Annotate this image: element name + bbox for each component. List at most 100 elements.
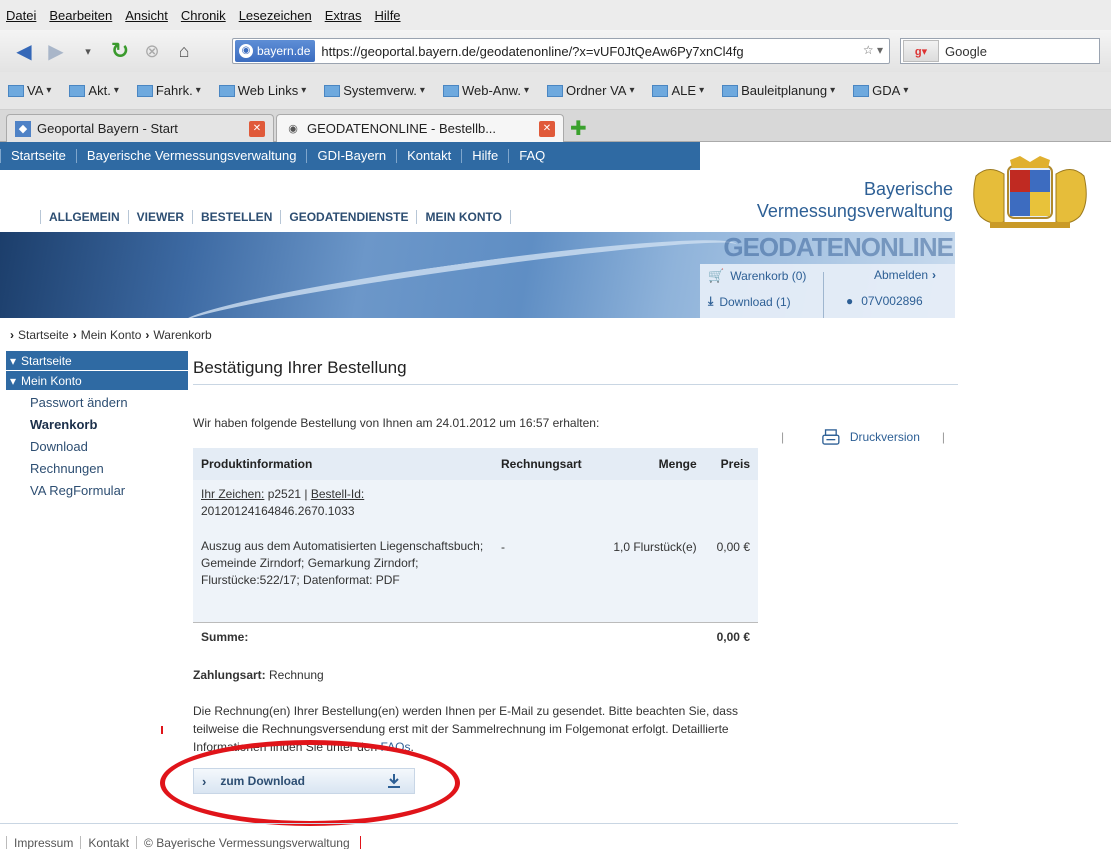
- menu-bearbeiten[interactable]: Bearbeiten: [49, 8, 112, 23]
- ref-label[interactable]: Ihr Zeichen:: [201, 487, 264, 501]
- main-navigation: ALLGEMEIN VIEWER BESTELLEN GEODATENDIENS…: [40, 204, 511, 230]
- bookmark-folder[interactable]: ALE ▾: [652, 83, 704, 98]
- bookmark-folder[interactable]: VA ▾: [8, 83, 51, 98]
- mainnav-viewer[interactable]: VIEWER: [127, 210, 192, 224]
- mainnav-allgemein[interactable]: ALLGEMEIN: [40, 210, 128, 224]
- page-title: Bestätigung Ihrer Bestellung: [193, 350, 958, 385]
- download-button[interactable]: › zum Download: [193, 768, 415, 794]
- breadcrumb-mein-konto[interactable]: Mein Konto: [81, 328, 142, 342]
- sum-value: 0,00 €: [704, 621, 758, 652]
- user-account[interactable]: ● 07V002896: [846, 294, 923, 308]
- bookmark-folder[interactable]: Web Links ▾: [218, 83, 306, 98]
- home-icon[interactable]: ⌂: [170, 37, 198, 65]
- chevron-down-icon: ▾: [699, 85, 705, 96]
- bookmark-folder[interactable]: Fahrk. ▾: [136, 83, 201, 98]
- table-header-row: Produktinformation Rechnungsart Menge Pr…: [193, 448, 758, 480]
- print-version-label: Druckversion: [849, 430, 920, 444]
- user-id: 07V002896: [861, 294, 923, 308]
- bookmark-label: Bauleitplanung: [741, 83, 828, 98]
- forward-arrow-icon[interactable]: ▶: [42, 37, 70, 65]
- print-version-link[interactable]: | Druckversion |: [773, 426, 953, 448]
- sidebar-head-startseite[interactable]: ▾ Startseite: [6, 351, 188, 371]
- bookmark-folder[interactable]: Bauleitplanung ▾: [722, 83, 835, 98]
- sidebar-item-download[interactable]: Download: [6, 435, 188, 457]
- footer-divider: [0, 823, 958, 824]
- chevron-down-icon: ▾: [629, 85, 635, 96]
- search-bar[interactable]: g▾ Google: [900, 38, 1100, 64]
- footer-impressum[interactable]: Impressum: [6, 836, 80, 849]
- sum-row: Summe: 0,00 €: [193, 621, 758, 652]
- menu-lesezeichen-label: Lesezeichen: [238, 7, 312, 23]
- url-text[interactable]: https://geoportal.bayern.de/geodatenonli…: [321, 44, 743, 59]
- invoice-note: Die Rechnung(en) Ihrer Bestellung(en) we…: [193, 702, 758, 756]
- menu-ansicht-label: Ansicht: [125, 7, 168, 23]
- back-arrow-icon[interactable]: ◀: [10, 37, 38, 65]
- sidebar-item-va-regformular[interactable]: VA RegFormular: [6, 479, 188, 501]
- topnav-hilfe[interactable]: Hilfe: [461, 149, 508, 163]
- tab-geoportal[interactable]: ◆ Geoportal Bayern - Start ✕: [6, 114, 274, 142]
- sidebar-item-rechnungen[interactable]: Rechnungen: [6, 457, 188, 479]
- bookmark-folder[interactable]: Systemverw. ▾: [324, 83, 425, 98]
- bookmark-folder[interactable]: Ordner VA ▾: [547, 83, 634, 98]
- reload-icon[interactable]: ↻: [106, 37, 134, 65]
- topnav-startseite[interactable]: Startseite: [0, 149, 76, 163]
- download-link[interactable]: ⤓ Download (1): [708, 294, 791, 309]
- site-logo-text[interactable]: Bayerische Vermessungsverwaltung: [757, 178, 953, 222]
- url-bar[interactable]: ◉ bayern.de https://geoportal.bayern.de/…: [232, 38, 890, 64]
- mainnav-geodatendienste[interactable]: GEODATENDIENSTE: [280, 210, 416, 224]
- menu-lesezeichen[interactable]: Lesezeichen: [239, 8, 312, 23]
- chevron-down-icon: ▾: [10, 353, 17, 368]
- chevron-right-icon: ›: [145, 328, 150, 342]
- menu-chronik[interactable]: Chronik: [181, 8, 226, 23]
- tab-title: Geoportal Bayern - Start: [37, 121, 178, 136]
- topnav-kontakt[interactable]: Kontakt: [396, 149, 461, 163]
- topnav-vermessungsverwaltung[interactable]: Bayerische Vermessungsverwaltung: [75, 149, 307, 163]
- logout-label: Abmelden: [874, 268, 929, 282]
- history-dropdown-icon[interactable]: ▾: [74, 37, 102, 65]
- menu-hilfe[interactable]: Hilfe: [375, 8, 401, 23]
- menu-datei[interactable]: Datei: [6, 8, 36, 23]
- browser-navbar: ◀ ▶ ▾ ↻ ⊗ ⌂ ◉ bayern.de https://geoporta…: [0, 30, 1111, 72]
- new-tab-plus-icon[interactable]: ✚: [570, 116, 587, 141]
- bookmark-star-icon[interactable]: ☆ ▾: [863, 43, 883, 57]
- bookmark-folder[interactable]: Web-Anw. ▾: [442, 83, 529, 98]
- sidebar-item-warenkorb[interactable]: Warenkorb: [6, 413, 188, 435]
- chevron-down-icon: ▾: [419, 85, 425, 96]
- geodatenonline-brand: GEODATENONLINE: [723, 232, 954, 262]
- breadcrumb-startseite[interactable]: Startseite: [18, 328, 69, 342]
- mainnav-mein-konto[interactable]: MEIN KONTO: [416, 210, 511, 224]
- bookmark-folder[interactable]: GDA ▾: [853, 83, 908, 98]
- bookmark-label: Ordner VA: [566, 83, 627, 98]
- chevron-down-icon: ▾: [113, 85, 119, 96]
- order-received-text: Wir haben folgende Bestellung von Ihnen …: [193, 416, 600, 430]
- stop-icon[interactable]: ⊗: [138, 37, 166, 65]
- logout-link[interactable]: Abmelden ›: [874, 268, 936, 282]
- site-identity-badge[interactable]: ◉ bayern.de: [235, 40, 316, 62]
- menu-ansicht[interactable]: Ansicht: [125, 8, 168, 23]
- sum-empty: [493, 621, 598, 652]
- folder-icon: [547, 84, 563, 97]
- cart-link[interactable]: 🛒 Warenkorb (0): [708, 268, 806, 284]
- sidebar-item-passwort[interactable]: Passwort ändern: [6, 391, 188, 413]
- topnav-gdi-bayern[interactable]: GDI-Bayern: [306, 149, 396, 163]
- footer-kontakt[interactable]: Kontakt: [80, 836, 136, 849]
- breadcrumb-warenkorb: Warenkorb: [153, 328, 212, 342]
- close-tab-icon[interactable]: ✕: [539, 121, 555, 137]
- close-tab-icon[interactable]: ✕: [249, 121, 265, 137]
- order-id-label[interactable]: Bestell-Id:: [311, 487, 364, 501]
- topnav-faq[interactable]: FAQ: [508, 149, 555, 163]
- bookmark-label: ALE: [671, 83, 697, 98]
- order-table: Produktinformation Rechnungsart Menge Pr…: [193, 448, 758, 652]
- search-engine-icon[interactable]: g▾: [903, 40, 939, 62]
- sidebar-head-mein-konto[interactable]: ▾ Mein Konto: [6, 371, 188, 391]
- folder-icon: [8, 84, 24, 97]
- bookmark-folder[interactable]: Akt. ▾: [69, 83, 119, 98]
- faq-link[interactable]: FAQs: [380, 740, 410, 754]
- bookmark-label: Systemverw.: [343, 83, 417, 98]
- annotation-mark: [161, 726, 163, 734]
- mainnav-bestellen[interactable]: BESTELLEN: [192, 210, 280, 224]
- tab-geodatenonline[interactable]: ◉ GEODATENONLINE - Bestellb... ✕: [276, 114, 564, 142]
- menu-extras[interactable]: Extras: [325, 8, 362, 23]
- chevron-down-icon: ▾: [10, 373, 17, 388]
- top-navigation: Startseite Bayerische Vermessungsverwalt…: [0, 142, 700, 170]
